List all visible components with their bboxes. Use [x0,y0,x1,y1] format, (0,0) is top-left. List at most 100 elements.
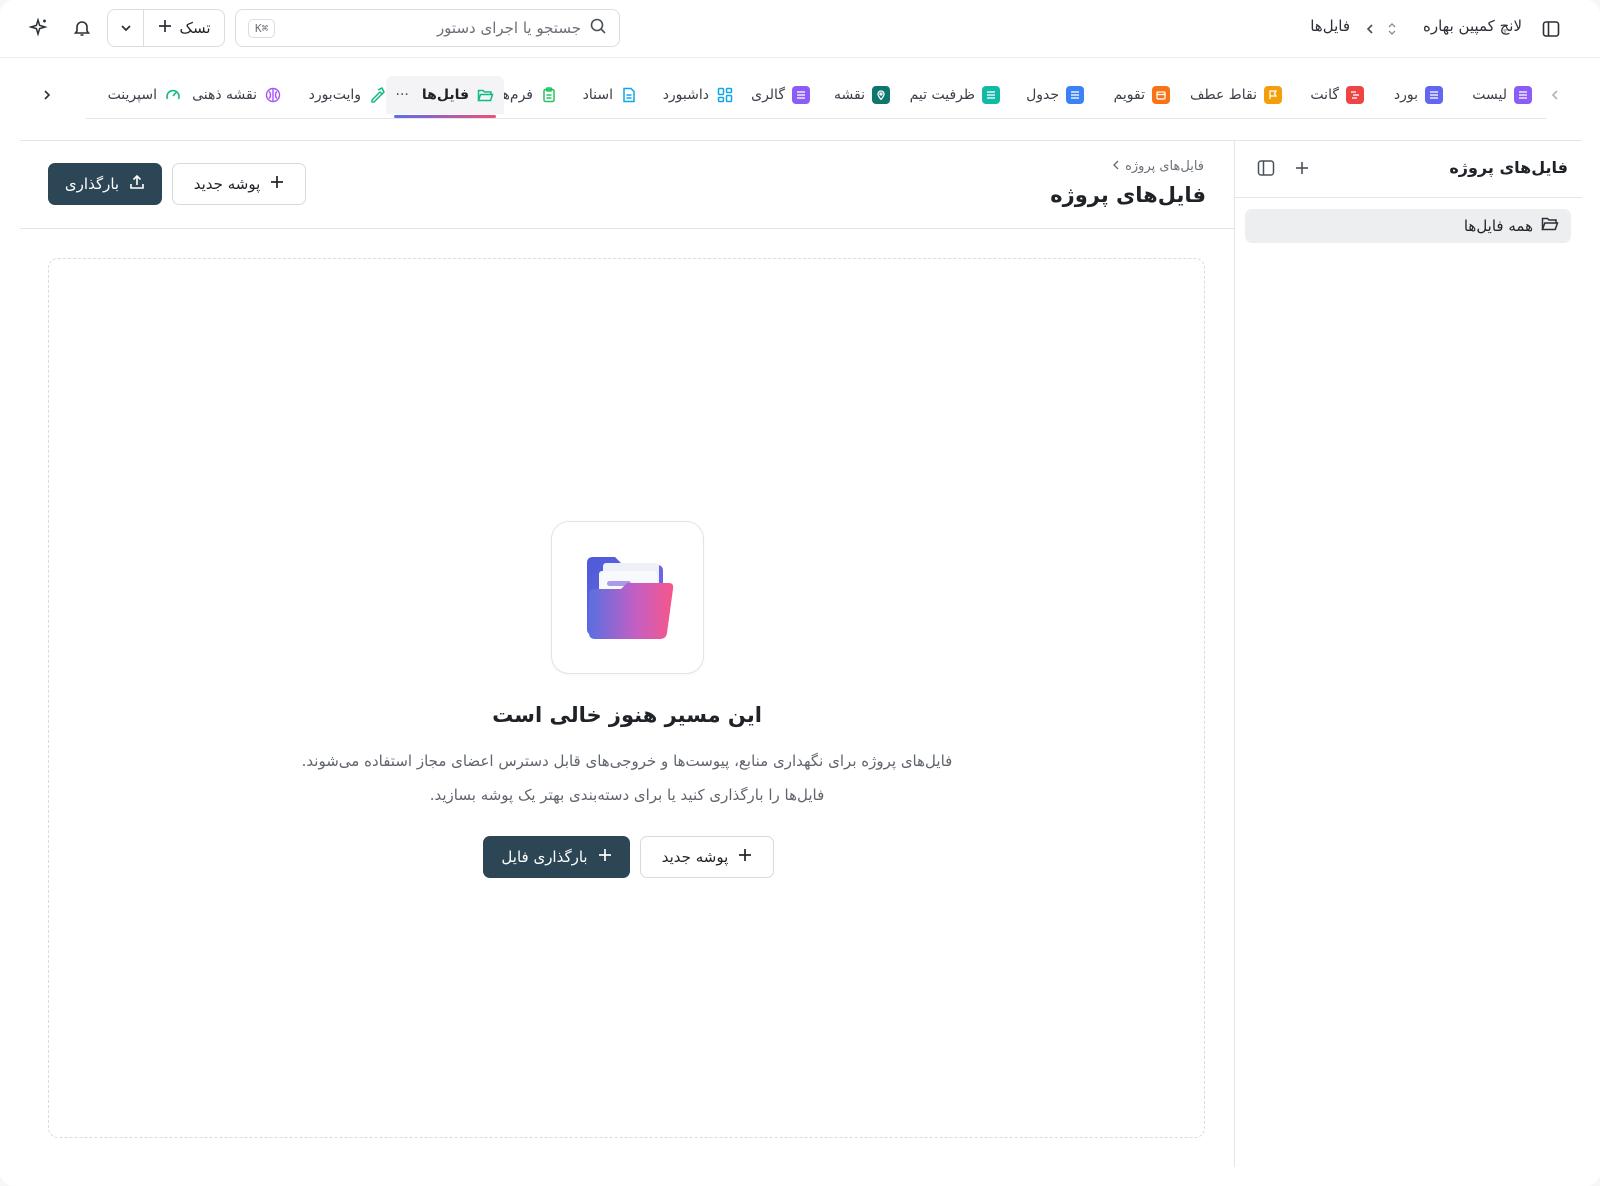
breadcrumb-item[interactable]: فایل‌های پروژه [1125,159,1204,174]
tab-label: وایت‌بورد [308,87,361,103]
tab-mind-map[interactable]: نقشه ذهنی [192,80,282,110]
tab-whiteboard[interactable]: وایت‌بورد [309,80,386,110]
files-sidebar: فایل‌های پروژه همه فایل‌ها [1234,141,1582,1167]
sidebar-toggle-icon[interactable] [1536,14,1566,44]
tab-label: داشبورد [662,87,709,103]
tab-more-icon[interactable]: ··· [396,87,409,103]
search-shortcut: ⌘K [248,18,276,38]
tab-gantt[interactable]: گانت [1310,80,1364,110]
tab-gallery[interactable]: گالری [751,80,810,110]
sidebar-divider [1235,197,1582,198]
top-bar: لانچ کمپین بهاره فایل‌ها جستجو یا اجرای … [0,0,1600,58]
tab-label: گالری [751,87,785,103]
new-task-button[interactable]: تسک [107,9,225,47]
plus-icon [598,848,612,866]
folder-open-icon [1541,216,1559,236]
chevron-left-icon [1113,159,1119,174]
sidebar-item-label: همه فایل‌ها [1463,217,1533,235]
tabs-divider [86,118,1546,119]
tab-map[interactable]: نقشه [834,80,890,110]
app-window: لانچ کمپین بهاره فایل‌ها جستجو یا اجرای … [0,0,1600,1186]
task-button-label: تسک [179,19,211,37]
folder-illustration-icon [586,556,673,639]
file-dropzone[interactable] [48,258,1205,1138]
dashboard-icon [716,86,734,104]
gallery-icon [792,86,810,104]
search-placeholder: جستجو یا اجرای دستور [436,19,581,37]
new-folder-label: پوشه جدید [661,848,729,866]
tab-label: اسپرینت [107,87,157,103]
document-icon [620,86,638,104]
tab-files[interactable]: فایل‌ها ··· [385,76,504,118]
tab-table[interactable]: جدول [1026,80,1084,110]
tab-list[interactable]: لیست [1472,80,1532,110]
tab-board[interactable]: بورد [1394,80,1443,110]
calendar-icon [1152,86,1170,104]
breadcrumb-chevron-icon [1362,14,1378,44]
search-icon [589,17,607,39]
upload-file-label: بارگذاری فایل [501,848,588,866]
sidebar-item-all-files[interactable]: همه فایل‌ها [1245,209,1571,243]
updown-chevron-icon[interactable] [1384,14,1400,44]
team-capacity-icon [982,86,1000,104]
upload-file-button[interactable]: بارگذاری فایل [483,836,630,878]
add-folder-icon[interactable] [1287,153,1317,183]
tab-label: لیست [1472,87,1507,103]
upload-icon [129,174,145,194]
list-icon [1514,86,1532,104]
gantt-icon [1346,86,1364,104]
bell-icon[interactable] [67,13,97,43]
flag-icon [1264,86,1282,104]
sparkles-icon[interactable] [24,13,54,43]
empty-state-title: این مسیر هنوز خالی است [492,703,762,727]
tab-label: ظرفیت تیم [909,87,975,103]
tab-label: اسناد [582,87,613,103]
whiteboard-icon [368,86,386,104]
collapse-sidebar-icon[interactable] [1251,153,1281,183]
empty-folder-illustration [551,521,704,674]
tab-label: نقشه ذهنی [192,87,257,103]
sprint-gauge-icon [164,86,182,104]
current-page-crumb[interactable]: فایل‌ها [1310,17,1350,35]
upload-button[interactable]: بارگذاری [48,163,162,205]
task-options-chevron-icon[interactable] [108,10,144,46]
empty-state-hint: فایل‌ها را بارگذاری کنید یا برای دسته‌بن… [429,786,825,804]
upload-label: بارگذاری [64,175,120,193]
mind-map-icon [264,86,282,104]
sidebar-title: فایل‌های پروژه [1449,158,1568,177]
folder-icon [476,86,494,104]
tab-milestones[interactable]: نقاط عطف [1190,80,1282,110]
command-search-input[interactable]: جستجو یا اجرای دستور ⌘K [235,9,620,47]
page-title: فایل‌های پروژه [1050,183,1206,207]
tab-team-capacity[interactable]: ظرفیت تیم [910,80,1000,110]
tab-sprint[interactable]: اسپرینت [108,80,182,110]
plus-icon [738,848,752,866]
tab-label: فایل‌ها [421,87,469,103]
new-folder-label: پوشه جدید [193,175,261,193]
tab-label: جدول [1026,87,1059,103]
tabs-scroll-right-icon[interactable] [1544,84,1566,106]
empty-new-folder-button[interactable]: پوشه جدید [640,836,774,878]
tab-dashboard[interactable]: داشبورد [663,80,734,110]
form-icon [540,86,558,104]
main-header: فایل‌های پروژه فایل‌های پروژه پوشه جدید … [20,141,1234,229]
tabs-scroll-left-icon[interactable] [36,84,58,106]
tab-label: نقاط عطف [1190,87,1257,103]
tab-forms[interactable]: فرم‌ها [498,80,558,110]
tab-calendar[interactable]: تقویم [1114,80,1170,110]
breadcrumb: فایل‌های پروژه [1113,159,1204,174]
tab-label: نقشه [834,87,865,103]
map-pin-icon [872,86,890,104]
board-icon [1425,86,1443,104]
plus-icon [158,19,172,37]
tab-documents[interactable]: اسناد [583,80,638,110]
plus-icon [270,175,284,193]
empty-state-description: فایل‌های پروژه برای نگهداری منابع، پیوست… [301,752,953,770]
tab-label: گانت [1310,87,1339,103]
project-name[interactable]: لانچ کمپین بهاره [1423,17,1522,35]
add-task-button[interactable]: تسک [144,10,224,46]
tab-label: تقویم [1113,87,1145,103]
new-folder-button[interactable]: پوشه جدید [172,163,306,205]
tab-label: بورد [1393,87,1418,103]
table-icon [1066,86,1084,104]
